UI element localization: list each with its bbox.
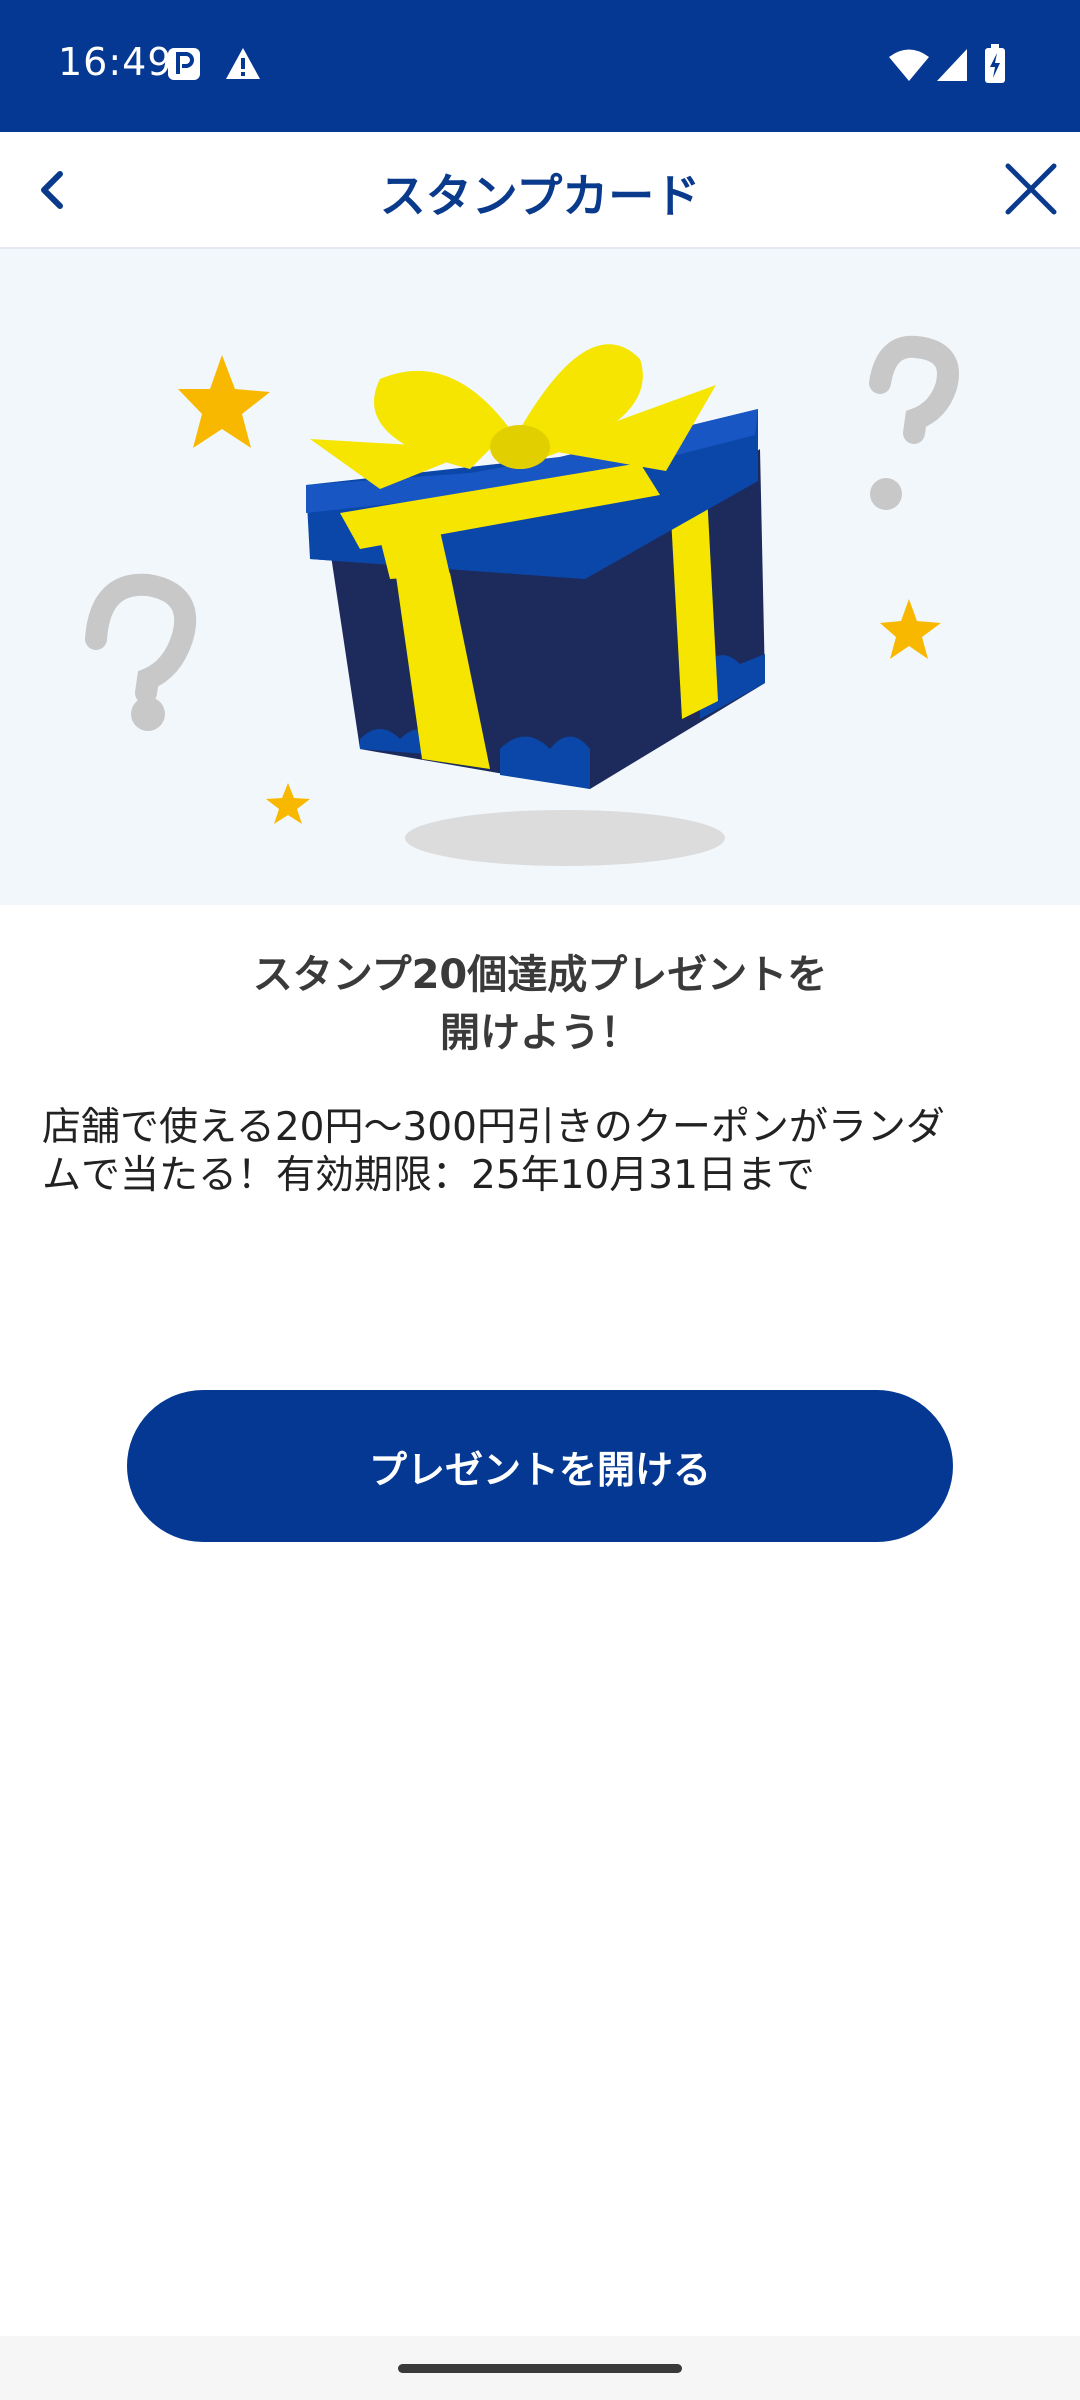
shadow-shape — [405, 810, 725, 866]
battery-charging-icon — [985, 44, 1005, 83]
home-indicator[interactable] — [398, 2364, 682, 2373]
star-icon-right — [880, 599, 941, 659]
star-icon — [178, 355, 270, 448]
signal-icon — [937, 49, 967, 81]
question-mark-dot — [131, 697, 165, 731]
headline: スタンプ20個達成プレゼントを 開けよう！ — [0, 946, 1080, 1062]
headline-line1: スタンプ20個達成プレゼントを — [252, 952, 828, 998]
status-bar: 16:49 — [0, 0, 1080, 132]
gift-box-illustration — [85, 335, 959, 866]
wifi-icon — [889, 49, 929, 81]
star-icon-small — [266, 783, 310, 824]
description: 店舗で使える20円〜300円引きのクーポンがランダ ムで当たる！有効期限：25年… — [42, 1104, 1038, 1200]
gift-hero-banner — [0, 249, 1080, 905]
parking-icon — [168, 48, 200, 80]
question-mark-dot-right — [870, 478, 902, 510]
question-mark-icon — [85, 573, 197, 704]
warning-icon — [226, 48, 260, 79]
description-line2: ムで当たる！有効期限：25年10月31日まで — [42, 1153, 815, 1198]
status-time: 16:49 — [58, 40, 173, 84]
app-header: スタンプカード — [0, 132, 1080, 249]
question-mark-icon-right — [869, 335, 959, 444]
description-line1: 店舗で使える20円〜300円引きのクーポンがランダ — [42, 1105, 945, 1150]
page-title: スタンプカード — [379, 169, 701, 223]
open-present-button[interactable]: プレゼントを開ける — [127, 1390, 953, 1542]
close-icon[interactable] — [1000, 158, 1062, 220]
gesture-nav-bar — [0, 2336, 1080, 2400]
headline-line2: 開けよう！ — [440, 1010, 640, 1056]
